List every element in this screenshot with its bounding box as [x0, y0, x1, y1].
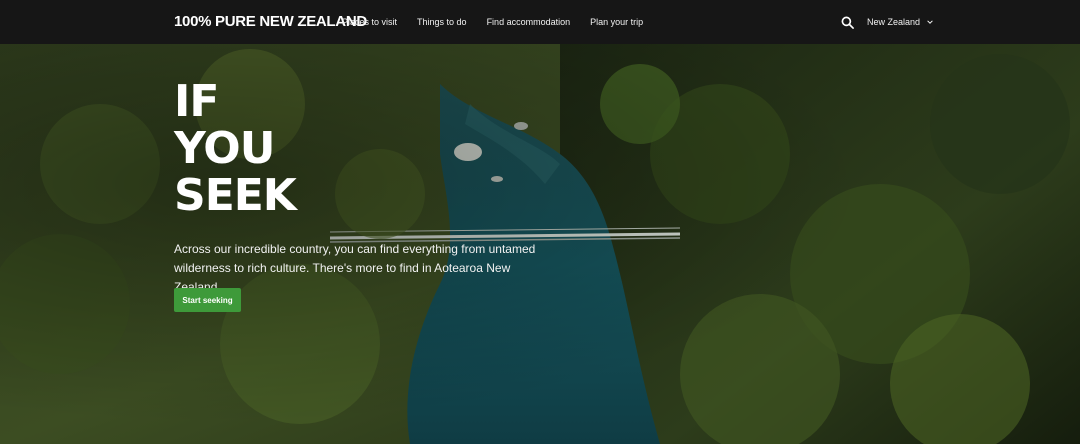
headline-line: YOU: [174, 123, 275, 174]
headline-line: IF: [174, 76, 219, 127]
start-seeking-button[interactable]: Start seeking: [174, 288, 241, 312]
hero-headline: IF YOU SEEK: [174, 76, 297, 221]
search-icon[interactable]: [841, 16, 854, 29]
nav-find-accommodation[interactable]: Find accommodation: [487, 17, 571, 27]
site-logo[interactable]: 100% PURE NEW ZEALAND: [174, 13, 367, 30]
hero-section: IF YOU SEEK Across our incredible countr…: [0, 44, 1080, 444]
main-nav: Places to visit Things to do Find accomm…: [342, 0, 663, 44]
region-label: New Zealand: [867, 17, 921, 27]
region-selector[interactable]: New Zealand: [867, 17, 934, 27]
nav-things-to-do[interactable]: Things to do: [417, 17, 467, 27]
chevron-down-icon: [927, 20, 933, 24]
top-navigation-bar: 100% PURE NEW ZEALAND Places to visit Th…: [0, 0, 1080, 44]
nav-places-to-visit[interactable]: Places to visit: [342, 17, 397, 27]
headline-line: SEEK: [174, 170, 297, 221]
nav-plan-your-trip[interactable]: Plan your trip: [590, 17, 643, 27]
